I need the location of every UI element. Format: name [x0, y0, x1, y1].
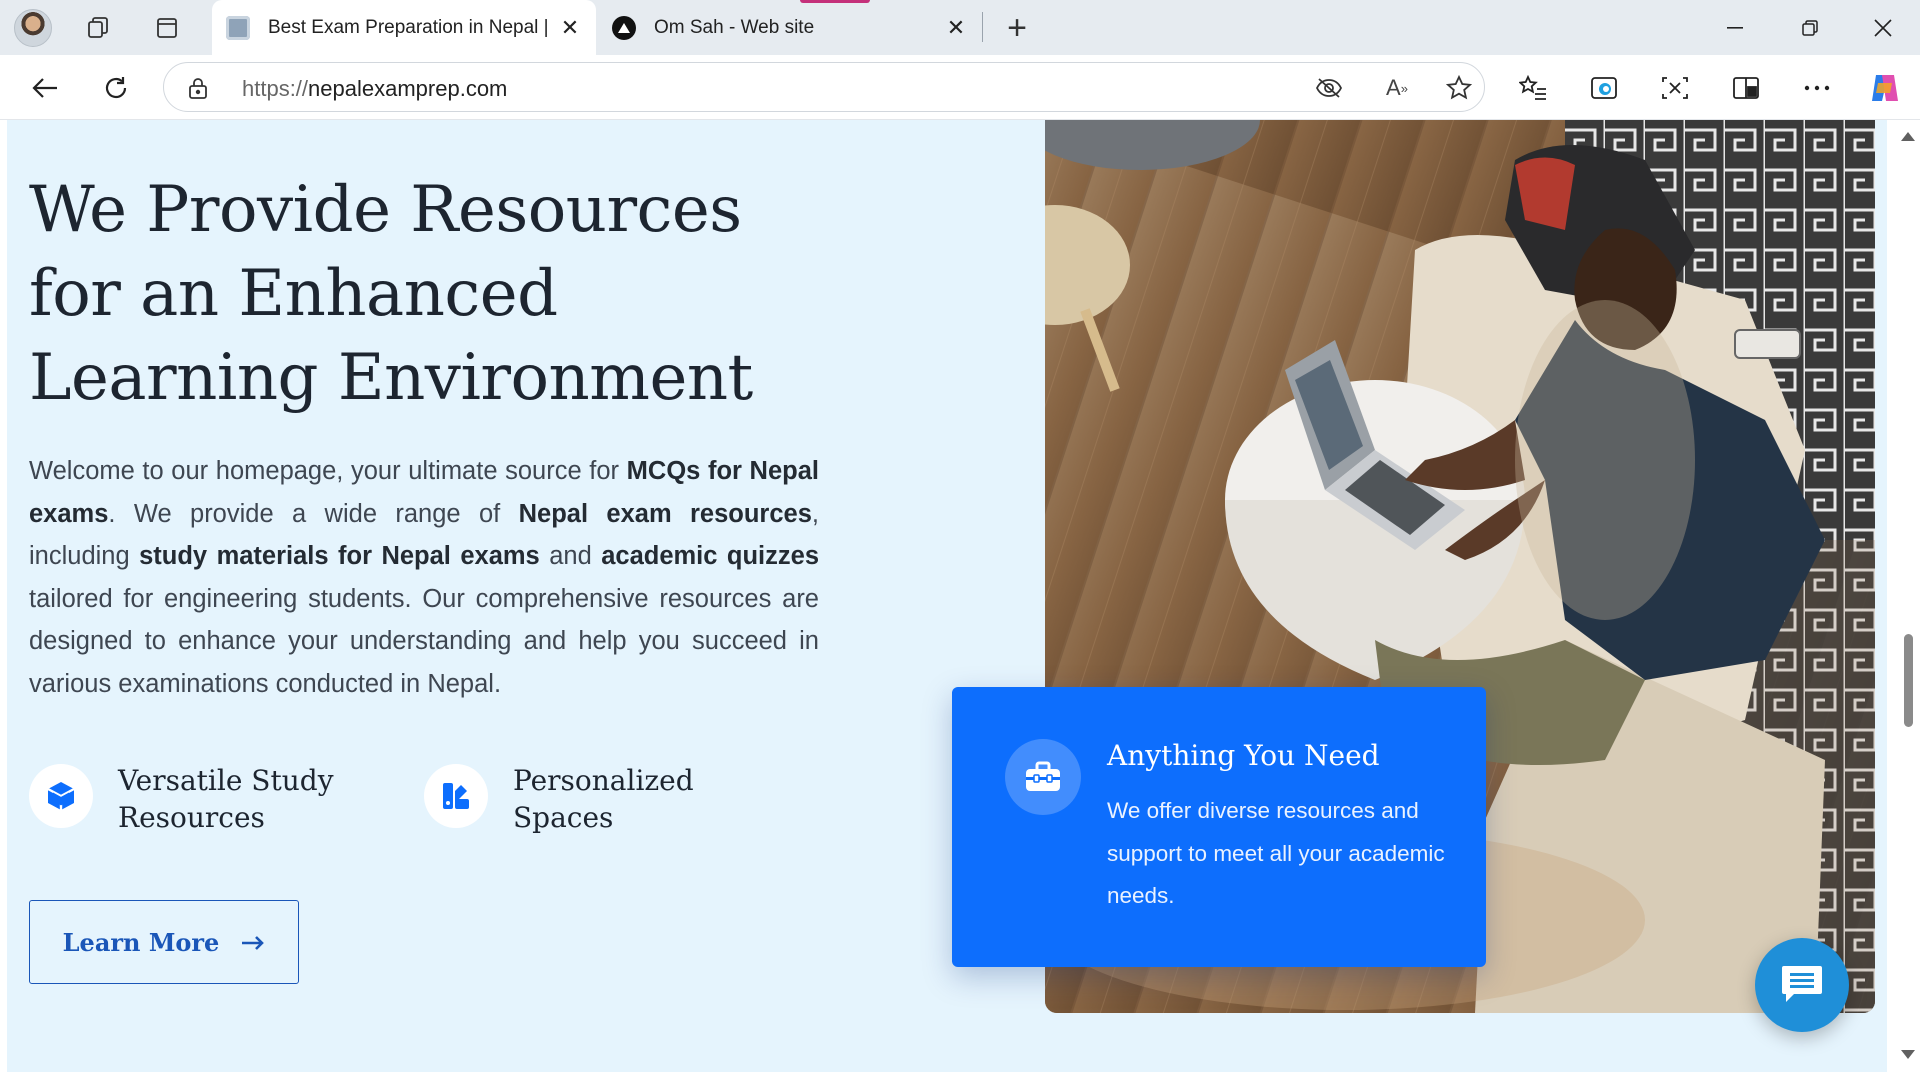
- card-description: We offer diverse resources and support t…: [1107, 798, 1445, 908]
- close-window-icon[interactable]: [1848, 0, 1918, 55]
- screenshot-icon[interactable]: [1654, 67, 1696, 109]
- scroll-up-arrow-icon[interactable]: [1901, 132, 1915, 141]
- favorite-star-icon[interactable]: [1444, 73, 1474, 103]
- minimize-icon[interactable]: [1700, 0, 1770, 55]
- read-aloud-icon[interactable]: A»: [1382, 73, 1412, 103]
- copilot-icon[interactable]: [1864, 67, 1906, 109]
- url-text[interactable]: https://nepalexamprep.com: [242, 76, 507, 102]
- restore-icon[interactable]: [1775, 0, 1845, 55]
- hero-section: We Provide Resources for an Enhanced Lea…: [7, 120, 1887, 1072]
- vertical-tabs-icon[interactable]: [148, 9, 186, 47]
- profile-avatar[interactable]: [14, 9, 52, 47]
- more-options-icon[interactable]: [1796, 67, 1838, 109]
- split-screen-icon[interactable]: [1725, 67, 1767, 109]
- workspaces-icon[interactable]: [80, 9, 118, 47]
- tracking-prevention-eye-icon[interactable]: [1314, 73, 1344, 103]
- feature-versatile-study-resources: Versatile Study Resources: [29, 762, 338, 836]
- hero-heading: We Provide Resources for an Enhanced Lea…: [29, 173, 753, 415]
- tab-title: Om Sah - Web site: [654, 16, 815, 38]
- tab-strip: Best Exam Preparation in Nepal | I ✕ Om …: [0, 0, 1920, 55]
- site-favicon: [226, 15, 250, 40]
- card-title: Anything You Need: [1107, 739, 1380, 772]
- chat-widget-button[interactable]: [1755, 938, 1849, 1032]
- edge-shopping-icon[interactable]: [1583, 67, 1625, 109]
- browser-toolbar: https://nepalexamprep.com A»: [0, 55, 1920, 120]
- new-tab-button[interactable]: +: [998, 9, 1036, 47]
- site-favicon: [612, 15, 636, 40]
- swatches-icon: [424, 764, 488, 828]
- close-tab-icon[interactable]: ✕: [558, 15, 582, 40]
- close-tab-icon[interactable]: ✕: [944, 15, 968, 40]
- feature-personalized-spaces: Personalized Spaces: [424, 762, 733, 836]
- tab-nepal-exam-prep[interactable]: Best Exam Preparation in Nepal | I ✕: [212, 0, 596, 55]
- hero-intro-paragraph: Welcome to our homepage, your ultimate s…: [29, 457, 819, 698]
- tab-loading-indicator: [800, 0, 870, 3]
- site-info-lock-icon[interactable]: [188, 76, 208, 105]
- tab-title: Best Exam Preparation in Nepal | I: [268, 16, 550, 38]
- chat-bubble-icon: [1780, 962, 1824, 1009]
- tab-divider: [982, 12, 983, 42]
- anything-you-need-card: Anything You Need We offer diverse resou…: [952, 687, 1486, 967]
- page-viewport: We Provide Resources for an Enhanced Lea…: [0, 120, 1896, 1080]
- refresh-icon[interactable]: [95, 67, 137, 109]
- page-scrollbar[interactable]: [1896, 120, 1920, 1080]
- scrollbar-thumb[interactable]: [1904, 634, 1913, 727]
- cube-icon: [29, 764, 93, 828]
- arrow-right-icon: [241, 928, 265, 957]
- feature-label: Versatile Study Resources: [118, 764, 334, 834]
- favorites-list-icon[interactable]: [1512, 67, 1554, 109]
- toolbox-icon: [1005, 739, 1081, 815]
- address-bar[interactable]: https://nepalexamprep.com A»: [163, 62, 1485, 112]
- feature-label: Personalized Spaces: [513, 764, 694, 834]
- learn-more-button[interactable]: Learn More: [29, 900, 299, 984]
- back-arrow-icon[interactable]: [24, 67, 66, 109]
- tab-om-sah[interactable]: Om Sah - Web site ✕: [598, 0, 982, 55]
- learn-more-label: Learn More: [62, 927, 220, 957]
- scroll-down-arrow-icon[interactable]: [1901, 1050, 1915, 1059]
